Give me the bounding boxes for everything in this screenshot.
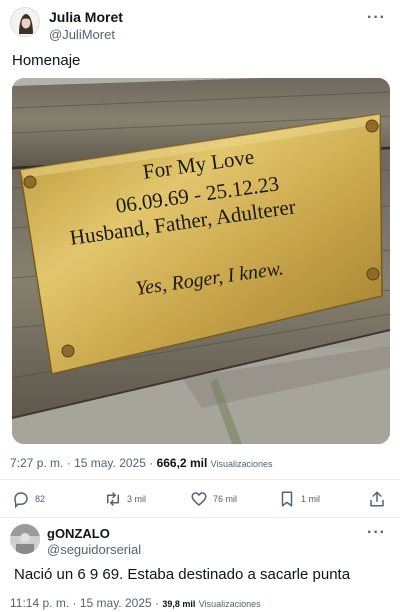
share-icon (370, 491, 384, 507)
views-label: Visualizaciones (210, 459, 273, 469)
reply-views-label: Visualizaciones (198, 599, 261, 609)
avatar[interactable] (10, 7, 40, 37)
divider (0, 517, 400, 518)
reply-avatar[interactable] (10, 524, 40, 554)
tweet-header: Julia Moret @JuliMoret ··· (10, 7, 390, 43)
retweet-count: 3 mil (127, 494, 147, 504)
retweet-button[interactable]: 3 mil (104, 488, 146, 510)
tweet-time[interactable]: 7:27 p. m. (10, 456, 63, 470)
share-button[interactable] (368, 488, 386, 510)
more-options-icon[interactable]: ··· (367, 524, 386, 542)
bookmark-button[interactable]: 1 mil (278, 488, 320, 510)
reply-text: Nació un 6 9 69. Estaba destinado a saca… (14, 566, 351, 583)
reply-views-count: 39,8 mil (162, 599, 196, 609)
bookmark-count: 1 mil (301, 494, 321, 504)
tweet-date[interactable]: 15 may. 2025 (74, 456, 146, 470)
reply-meta: 11:14 p. m. · 15 may. 2025 · 39,8 mil Vi… (10, 596, 261, 610)
like-count: 76 mil (213, 494, 238, 504)
retweet-icon (107, 492, 119, 506)
reply-button[interactable]: 82 (12, 488, 45, 510)
reply-date[interactable]: 15 may. 2025 (80, 596, 152, 610)
plaque-photo (12, 78, 390, 444)
views-count: 666,2 mil (156, 456, 208, 470)
meta-separator: · (155, 596, 160, 610)
reply-user-handle[interactable]: @seguidorserial (47, 542, 141, 557)
reply-display-name[interactable]: gONZALO (47, 526, 110, 541)
action-bar: 82 3 mil 76 mil 1 mil (0, 486, 400, 512)
tweet-photo[interactable]: For My Love 06.09.69 - 25.12.23 Husband,… (12, 78, 390, 444)
comment-icon (14, 492, 28, 508)
user-handle[interactable]: @JuliMoret (49, 27, 115, 42)
more-options-icon[interactable]: ··· (367, 9, 386, 27)
bookmark-icon (281, 491, 293, 507)
meta-separator: · (72, 596, 77, 610)
meta-separator: · (66, 456, 71, 470)
reply-time[interactable]: 11:14 p. m. (10, 596, 69, 610)
heart-icon (191, 492, 207, 506)
display-name[interactable]: Julia Moret (49, 9, 123, 25)
tweet-meta: 7:27 p. m. · 15 may. 2025 · 666,2 mil Vi… (10, 456, 273, 470)
divider (0, 479, 400, 480)
tweet-text: Homenaje (12, 52, 81, 69)
reply-count: 82 (35, 494, 46, 504)
meta-separator: · (149, 456, 154, 470)
like-button[interactable]: 76 mil (190, 488, 237, 510)
